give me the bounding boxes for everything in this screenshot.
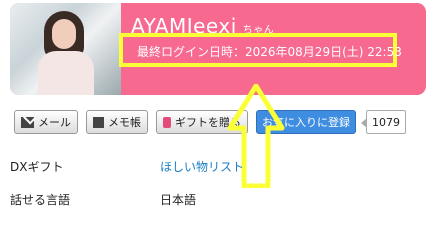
language-value: 日本語 (160, 193, 197, 207)
mail-icon (21, 116, 34, 128)
memo-button[interactable]: メモ帳 (86, 110, 148, 134)
gift-icon (163, 116, 171, 128)
profile-avatar[interactable] (10, 3, 121, 95)
language-label: 話せる言語 (10, 193, 71, 207)
favorite-count: 1079 (361, 110, 406, 134)
avatar-body (38, 51, 94, 95)
avatar-face (52, 19, 76, 49)
memo-button-label: メモ帳 (108, 116, 141, 129)
mail-button-label: メール (38, 116, 71, 129)
mail-button[interactable]: メール (14, 110, 78, 134)
memo-icon (93, 116, 104, 128)
dx-gift-label: DXギフト (10, 160, 64, 174)
wishlist-link[interactable]: ほしい物リスト (160, 158, 244, 175)
last-login-text: 最終ログイン日時：2026年08月29日(土) 22:53 (137, 45, 402, 59)
